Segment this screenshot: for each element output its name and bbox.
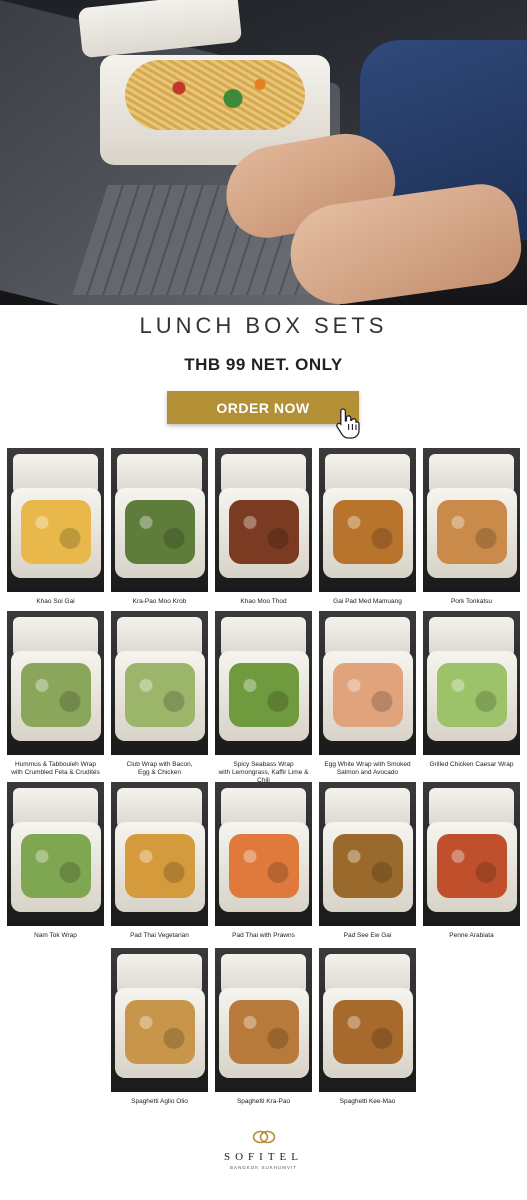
menu-item-name: Club Wrap with Bacon, Egg & Chicken	[126, 761, 193, 776]
menu-item: Khao Moo Thod	[215, 448, 312, 606]
sofitel-logo: SOFITEL BANGKOK SUKHUMVIT	[0, 1130, 527, 1170]
dish-food	[229, 834, 299, 898]
menu-item-name: Pork Tonkatsu	[450, 598, 493, 605]
menu-item-photo	[215, 782, 312, 926]
menu-item-name: Gai Pad Med Mamuang	[333, 598, 402, 605]
dish-food	[437, 500, 507, 564]
dish-food	[229, 663, 299, 727]
menu-item-photo	[215, 611, 312, 755]
dish-food	[229, 1000, 299, 1064]
menu-item-photo	[319, 782, 416, 926]
menu-item-photo	[423, 782, 520, 926]
menu-item-name: Pad Thai Vegetarian	[130, 932, 189, 939]
menu-item-name: Khao Soi Gai	[36, 598, 75, 605]
menu-item: Spaghetti Kra-Pao	[215, 948, 312, 1106]
sofitel-emblem-icon	[252, 1130, 275, 1144]
dish-food	[21, 663, 91, 727]
menu-item: Spicy Seabass Wrap with Lemongrass, Kaff…	[215, 611, 312, 785]
menu-item: Pad See Ew Gai	[319, 782, 416, 940]
dish-food	[125, 834, 195, 898]
dish-food	[125, 1000, 195, 1064]
menu-item: Grilled Chicken Caesar Wrap	[423, 611, 520, 769]
menu-item: Pad Thai Vegetarian	[111, 782, 208, 940]
menu-item: Hummus & Tabbouleh Wrap with Crumbled Fe…	[7, 611, 104, 777]
menu-item-photo	[319, 948, 416, 1092]
hand-pointer-icon	[336, 408, 360, 439]
dish-food	[437, 663, 507, 727]
menu-item-photo	[7, 782, 104, 926]
dish-food	[437, 834, 507, 898]
order-now-button[interactable]: ORDER NOW	[167, 391, 359, 424]
menu-item: Pad Thai with Prawns	[215, 782, 312, 940]
menu-item: Kra-Pao Moo Krob	[111, 448, 208, 606]
menu-item: Gai Pad Med Mamuang	[319, 448, 416, 606]
menu-item-name: Hummus & Tabbouleh Wrap with Crumbled Fe…	[11, 761, 100, 776]
menu-item: Spaghetti Kee-Mao	[319, 948, 416, 1106]
dish-food	[21, 500, 91, 564]
menu-item: Pork Tonkatsu	[423, 448, 520, 606]
menu-item-name: Nam Tok Wrap	[34, 932, 77, 939]
menu-item: Spaghetti Aglio Olio	[111, 948, 208, 1106]
dish-food	[333, 500, 403, 564]
menu-item-name: Spaghetti Kra-Pao	[236, 1098, 291, 1105]
menu-item-photo	[111, 611, 208, 755]
price-label: THB 99 NET. ONLY	[184, 355, 343, 374]
dish-food	[333, 834, 403, 898]
menu-item: Club Wrap with Bacon, Egg & Chicken	[111, 611, 208, 777]
menu-item-name: Spaghetti Aglio Olio	[131, 1098, 188, 1105]
menu-item-photo	[215, 448, 312, 592]
menu-item-name: Pad See Ew Gai	[343, 932, 392, 939]
menu-item-name: Egg White Wrap with Smoked Salmon and Av…	[324, 761, 411, 776]
menu-item-name: Spaghetti Kee-Mao	[339, 1098, 396, 1105]
hero-image	[0, 0, 527, 305]
menu-item-name: Pad Thai with Prawns	[232, 932, 295, 939]
dish-food	[229, 500, 299, 564]
menu-item-name: Penne Arabiata	[449, 932, 494, 939]
menu-item-name: Khao Moo Thod	[240, 598, 287, 605]
menu-item-photo	[319, 448, 416, 592]
dish-food	[333, 1000, 403, 1064]
menu-item-name: Grilled Chicken Caesar Wrap	[429, 761, 514, 768]
menu-item-photo	[111, 782, 208, 926]
menu-item: Nam Tok Wrap	[7, 782, 104, 940]
menu-item-photo	[111, 948, 208, 1092]
dish-food	[125, 663, 195, 727]
dish-food	[21, 834, 91, 898]
menu-item: Egg White Wrap with Smoked Salmon and Av…	[319, 611, 416, 777]
menu-item: Khao Soi Gai	[7, 448, 104, 606]
brand-name: SOFITEL	[224, 1151, 303, 1163]
dish-food	[125, 500, 195, 564]
menu-item-photo	[423, 611, 520, 755]
menu-item: Penne Arabiata	[423, 782, 520, 940]
menu-item-photo	[423, 448, 520, 592]
menu-item-photo	[7, 611, 104, 755]
brand-location: BANGKOK SUKHUMVIT	[229, 1165, 297, 1170]
menu-item-photo	[111, 448, 208, 592]
menu-item-name: Kra-Pao Moo Krob	[132, 598, 187, 605]
menu-item-photo	[319, 611, 416, 755]
page-title: LUNCH BOX SETS	[139, 313, 388, 338]
dish-food	[333, 663, 403, 727]
menu-item-photo	[7, 448, 104, 592]
menu-item-photo	[215, 948, 312, 1092]
